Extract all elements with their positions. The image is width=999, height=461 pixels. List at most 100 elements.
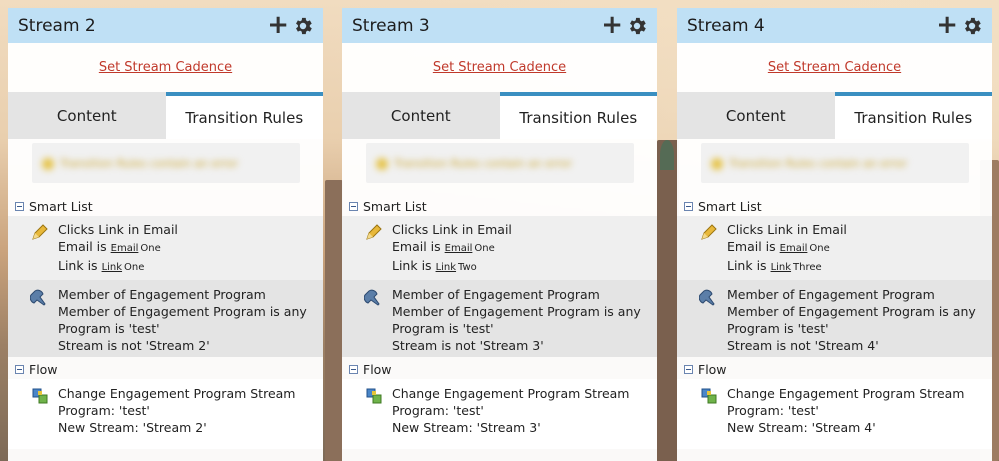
filter-title: Member of Engagement Program [392, 287, 600, 302]
flow-details: Change Engagement Program Stream Program… [392, 385, 629, 449]
filter-details: Member of Engagement Program Member of E… [727, 286, 976, 357]
filter-line: Stream is not 'Stream 2' [58, 338, 210, 353]
gear-icon[interactable] [292, 15, 314, 37]
filter-line: Stream is not 'Stream 4' [727, 338, 879, 353]
flow-details: Change Engagement Program Stream Program… [727, 385, 964, 449]
header-actions: + [601, 12, 648, 38]
filter-line: Member of Engagement Program is any [58, 304, 307, 319]
tab-transition-rules[interactable]: Transition Rules [165, 92, 323, 139]
plus-icon[interactable]: + [936, 12, 958, 38]
filter-member-engagement[interactable]: Member of Engagement Program Member of E… [8, 280, 323, 357]
panel-header: Stream 3 + [342, 8, 657, 43]
filter-clicks-link[interactable]: Clicks Link in Email Email is Email One Li… [677, 216, 992, 280]
gear-icon[interactable] [961, 15, 983, 37]
panel-header: Stream 4 + [677, 8, 992, 43]
email-prefix: Email is [727, 239, 776, 254]
smart-list-header: Smart List [342, 196, 657, 216]
link-value[interactable]: Link [771, 262, 791, 273]
tab-content[interactable]: Content [8, 92, 166, 139]
link-prefix: Link is [392, 258, 432, 273]
filter-member-engagement[interactable]: Member of Engagement Program Member of E… [677, 280, 992, 357]
collapse-icon[interactable] [684, 364, 693, 374]
plus-icon[interactable]: + [601, 12, 623, 38]
flow-line: New Stream: 'Stream 3' [392, 420, 541, 435]
filter-member-engagement[interactable]: Member of Engagement Program Member of E… [342, 280, 657, 357]
email-value[interactable]: Email [445, 243, 473, 254]
tab-bar: Content Transition Rules [8, 92, 323, 139]
warning-icon [711, 157, 723, 170]
filter-details: Member of Engagement Program Member of E… [392, 286, 641, 357]
filter-line: Member of Engagement Program is any [727, 304, 976, 319]
filter-line: Program is 'test' [58, 321, 160, 336]
tab-bar: Content Transition Rules [677, 92, 992, 139]
link-value[interactable]: Link [436, 262, 456, 273]
email-value[interactable]: Email [780, 243, 808, 254]
warning-message: Transition Rules contain an error [729, 156, 908, 170]
email-value[interactable]: Email [111, 243, 139, 254]
filter-line: Program is 'test' [727, 321, 829, 336]
tab-transition-rules[interactable]: Transition Rules [499, 92, 657, 139]
panel-title: Stream 4 [687, 15, 765, 36]
filter-title: Member of Engagement Program [727, 287, 935, 302]
warning-row: Transition Rules contain an error [8, 139, 323, 196]
panel-header: Stream 2 + [8, 8, 323, 43]
link-condition: Link is Link Two [392, 257, 512, 276]
email-prefix: Email is [392, 239, 441, 254]
email-value-rest: One [140, 243, 161, 254]
stream-change-icon [701, 388, 717, 404]
smart-list-label: Smart List [29, 198, 93, 214]
warning-message: Transition Rules contain an error [60, 156, 239, 170]
tab-transition-rules[interactable]: Transition Rules [834, 92, 992, 139]
link-value-rest: One [124, 262, 145, 273]
flow-step-change-stream[interactable]: Change Engagement Program Stream Program… [342, 379, 657, 449]
filter-title: Clicks Link in Email [58, 222, 178, 237]
tab-content[interactable]: Content [677, 92, 835, 139]
tab-content[interactable]: Content [342, 92, 500, 139]
link-value[interactable]: Link [102, 262, 122, 273]
collapse-icon[interactable] [684, 201, 693, 211]
collapse-icon[interactable] [349, 201, 358, 211]
collapse-icon[interactable] [349, 364, 358, 374]
warning-text: Transition Rules contain an error [376, 157, 572, 170]
set-stream-cadence-link[interactable]: Set Stream Cadence [433, 60, 566, 75]
cadence-row: Set Stream Cadence [342, 43, 657, 92]
filter-clicks-link[interactable]: Clicks Link in Email Email is Email One Li… [8, 216, 323, 280]
flow-label: Flow [698, 361, 727, 377]
warning-row: Transition Rules contain an error [677, 139, 992, 196]
pushpin-icon [364, 289, 380, 306]
flow-line: Program: 'test' [58, 403, 150, 418]
smart-list-label: Smart List [363, 198, 427, 214]
flow-step-change-stream[interactable]: Change Engagement Program Stream Program… [8, 379, 323, 449]
flow-step-change-stream[interactable]: Change Engagement Program Stream Program… [677, 379, 992, 449]
filter-details: Clicks Link in Email Email is Email One Li… [727, 221, 847, 280]
panel-title: Stream 3 [352, 15, 430, 36]
stream-panel: Stream 4 + Set Stream Cadence Content Tr… [677, 8, 992, 461]
background-scenery [325, 180, 343, 461]
flow-header: Flow [8, 359, 323, 379]
flow-title: Change Engagement Program Stream [727, 386, 965, 401]
filter-details: Clicks Link in Email Email is Email One Li… [58, 221, 178, 280]
warning-banner: Transition Rules contain an error [32, 143, 300, 183]
cadence-row: Set Stream Cadence [677, 43, 992, 92]
flow-line: New Stream: 'Stream 4' [727, 420, 876, 435]
filter-clicks-link[interactable]: Clicks Link in Email Email is Email One Li… [342, 216, 657, 280]
flow-label: Flow [363, 361, 392, 377]
header-actions: + [267, 12, 314, 38]
plus-icon[interactable]: + [267, 12, 289, 38]
warning-text: Transition Rules contain an error [42, 157, 238, 170]
flow-line: Program: 'test' [727, 403, 819, 418]
set-stream-cadence-link[interactable]: Set Stream Cadence [768, 60, 901, 75]
stream-panel: Stream 2 + Set Stream Cadence Content Tr… [8, 8, 323, 461]
gear-icon[interactable] [626, 15, 648, 37]
filter-line: Program is 'test' [392, 321, 494, 336]
set-stream-cadence-link[interactable]: Set Stream Cadence [99, 60, 232, 75]
filter-title: Clicks Link in Email [392, 222, 512, 237]
flow-header: Flow [677, 359, 992, 379]
pencil-icon [366, 224, 382, 240]
collapse-icon[interactable] [15, 364, 24, 374]
cadence-row: Set Stream Cadence [8, 43, 323, 92]
warning-row: Transition Rules contain an error [342, 139, 657, 196]
email-condition: Email is Email One [392, 238, 512, 257]
pushpin-icon [699, 289, 715, 306]
collapse-icon[interactable] [15, 201, 24, 211]
